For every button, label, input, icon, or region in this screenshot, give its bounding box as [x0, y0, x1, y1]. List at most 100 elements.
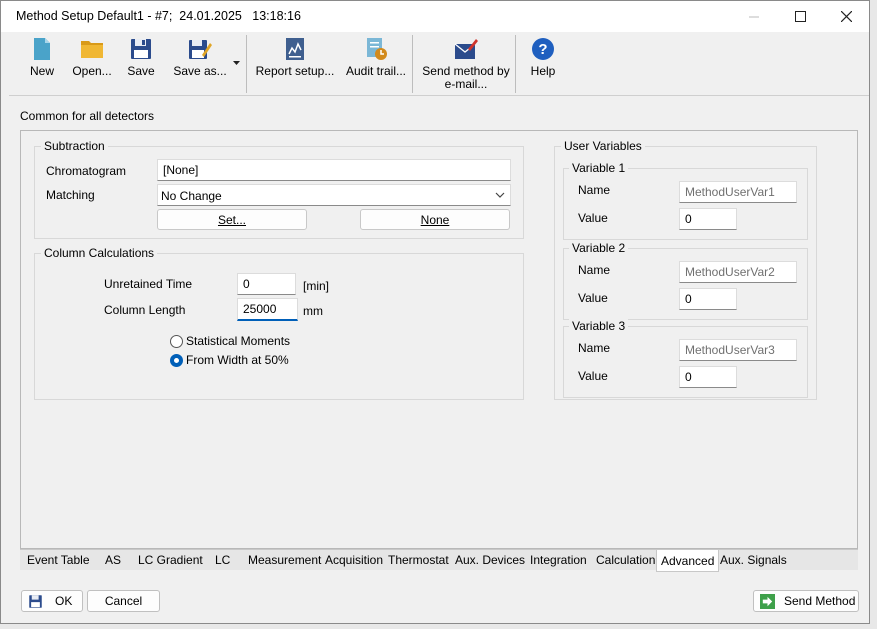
variable-value-label: Value	[578, 291, 608, 305]
subtraction-title: Subtraction	[41, 139, 108, 153]
set-button[interactable]: Set...	[157, 209, 307, 230]
save-button[interactable]: Save	[123, 37, 159, 78]
send-method-email-button[interactable]: Send method by e-mail...	[422, 37, 510, 91]
variable-1-group: Variable 1 Name MethodUserVar1 Value 0	[563, 161, 808, 240]
statistical-moments-radio[interactable]: Statistical Moments	[170, 334, 290, 348]
title-bar: Method Setup Default1 - #7; 24.01.2025 1…	[1, 1, 869, 32]
new-label: New	[29, 64, 54, 78]
variable-3-name-field[interactable]: MethodUserVar3	[679, 339, 797, 361]
floppy-disk-icon	[131, 39, 151, 59]
variable-value-label: Value	[578, 211, 608, 225]
tab-aux-signals[interactable]: Aux. Signals	[720, 550, 787, 571]
column-length-label: Column Length	[104, 303, 186, 317]
send-method-button[interactable]: Send Method	[753, 590, 859, 612]
email-icon	[454, 39, 478, 59]
tab-event-table[interactable]: Event Table	[27, 550, 90, 571]
help-icon: ?	[532, 38, 554, 60]
advanced-panel: Subtraction Chromatogram [None] Matching…	[20, 130, 858, 549]
tab-thermostat[interactable]: Thermostat	[388, 550, 449, 571]
variable-1-name-field[interactable]: MethodUserVar1	[679, 181, 797, 203]
user-variables-group: User Variables Variable 1 Name MethodUse…	[554, 139, 817, 400]
variable-3-value-field[interactable]: 0	[679, 366, 737, 388]
variable-2-title: Variable 2	[569, 241, 629, 255]
report-icon	[286, 38, 304, 60]
window-title: Method Setup Default1 - #7; 24.01.2025 1…	[16, 9, 301, 23]
close-button[interactable]	[823, 1, 869, 32]
column-calculations-group: Column Calculations Unretained Time 0 [m…	[34, 246, 524, 400]
open-button[interactable]: Open...	[71, 37, 113, 78]
minimize-icon	[749, 16, 759, 17]
close-icon	[840, 11, 852, 22]
toolbar: New Open... Save Save as... Report setup…	[9, 32, 869, 96]
chevron-down-icon	[495, 192, 505, 198]
chromatogram-field[interactable]: [None]	[157, 159, 511, 181]
tab-aux-devices[interactable]: Aux. Devices	[455, 550, 525, 571]
report-setup-label: Report setup...	[255, 64, 335, 78]
unretained-time-unit: [min]	[303, 279, 330, 293]
variable-name-label: Name	[578, 263, 611, 277]
from-width-label: From Width at 50%	[186, 353, 289, 367]
variable-value-label: Value	[578, 369, 608, 383]
tab-lc-gradient[interactable]: LC Gradient	[138, 550, 203, 571]
variable-2-group: Variable 2 Name MethodUserVar2 Value 0	[563, 241, 808, 320]
cancel-button[interactable]: Cancel	[87, 590, 160, 612]
dropdown-arrow-icon[interactable]	[233, 61, 240, 66]
matching-value: No Change	[161, 189, 222, 203]
tab-integration[interactable]: Integration	[530, 550, 587, 571]
send-method-label: Send Method	[784, 594, 856, 608]
variable-2-name-field[interactable]: MethodUserVar2	[679, 261, 797, 283]
method-setup-window: Method Setup Default1 - #7; 24.01.2025 1…	[0, 0, 870, 624]
column-length-field[interactable]: 25000	[237, 298, 298, 321]
cancel-label: Cancel	[104, 594, 143, 608]
user-variables-title: User Variables	[561, 139, 645, 153]
radio-circle-selected	[170, 353, 183, 367]
help-label: Help	[530, 64, 556, 78]
none-button[interactable]: None	[360, 209, 510, 230]
variable-1-value-field[interactable]: 0	[679, 208, 737, 230]
variable-2-value-field[interactable]: 0	[679, 288, 737, 310]
method-tabs: Event Table AS LC Gradient LC Measuremen…	[20, 549, 858, 572]
save-as-label: Save as...	[173, 64, 227, 78]
variable-name-label: Name	[578, 183, 611, 197]
subtraction-group: Subtraction Chromatogram [None] Matching…	[34, 139, 524, 239]
minimize-button[interactable]	[731, 1, 777, 32]
none-button-label: None	[420, 212, 450, 227]
tab-lc[interactable]: LC	[215, 550, 230, 571]
tab-as[interactable]: AS	[105, 550, 121, 571]
matching-label: Matching	[46, 188, 95, 202]
column-length-unit: mm	[303, 304, 323, 318]
new-button[interactable]: New	[23, 37, 61, 78]
variable-name-label: Name	[578, 341, 611, 355]
tab-acquisition[interactable]: Acquisition	[325, 550, 383, 571]
toolbar-separator	[515, 35, 516, 93]
svg-text:?: ?	[538, 41, 547, 58]
toolbar-separator	[412, 35, 413, 93]
matching-select[interactable]: No Change	[157, 184, 511, 206]
help-button[interactable]: ? Help	[527, 37, 559, 78]
set-button-label: Set...	[217, 212, 246, 227]
report-setup-button[interactable]: Report setup...	[255, 37, 335, 78]
send-method-email-label: Send method by e-mail...	[422, 64, 510, 91]
radio-circle	[170, 334, 183, 348]
unretained-time-field[interactable]: 0	[237, 273, 296, 295]
save-as-icon	[189, 40, 212, 59]
maximize-icon	[794, 11, 806, 22]
save-as-button[interactable]: Save as...	[173, 37, 227, 78]
audit-trail-icon	[367, 38, 387, 60]
tab-calculation[interactable]: Calculation	[596, 550, 655, 571]
column-calculations-title: Column Calculations	[41, 246, 158, 260]
save-label: Save	[127, 64, 155, 78]
floppy-disk-icon	[29, 594, 42, 608]
maximize-button[interactable]	[777, 1, 823, 32]
variable-3-title: Variable 3	[569, 319, 629, 333]
statistical-moments-label: Statistical Moments	[186, 334, 291, 348]
from-width-radio[interactable]: From Width at 50%	[170, 353, 289, 367]
tab-advanced[interactable]: Advanced	[656, 550, 720, 572]
audit-trail-button[interactable]: Audit trail...	[346, 37, 406, 78]
new-document-icon	[34, 38, 50, 60]
ok-button[interactable]: OK	[21, 590, 83, 612]
open-label: Open...	[72, 64, 112, 78]
tab-measurement[interactable]: Measurement	[248, 550, 321, 571]
variable-1-title: Variable 1	[569, 161, 629, 175]
section-label: Common for all detectors	[20, 109, 155, 123]
